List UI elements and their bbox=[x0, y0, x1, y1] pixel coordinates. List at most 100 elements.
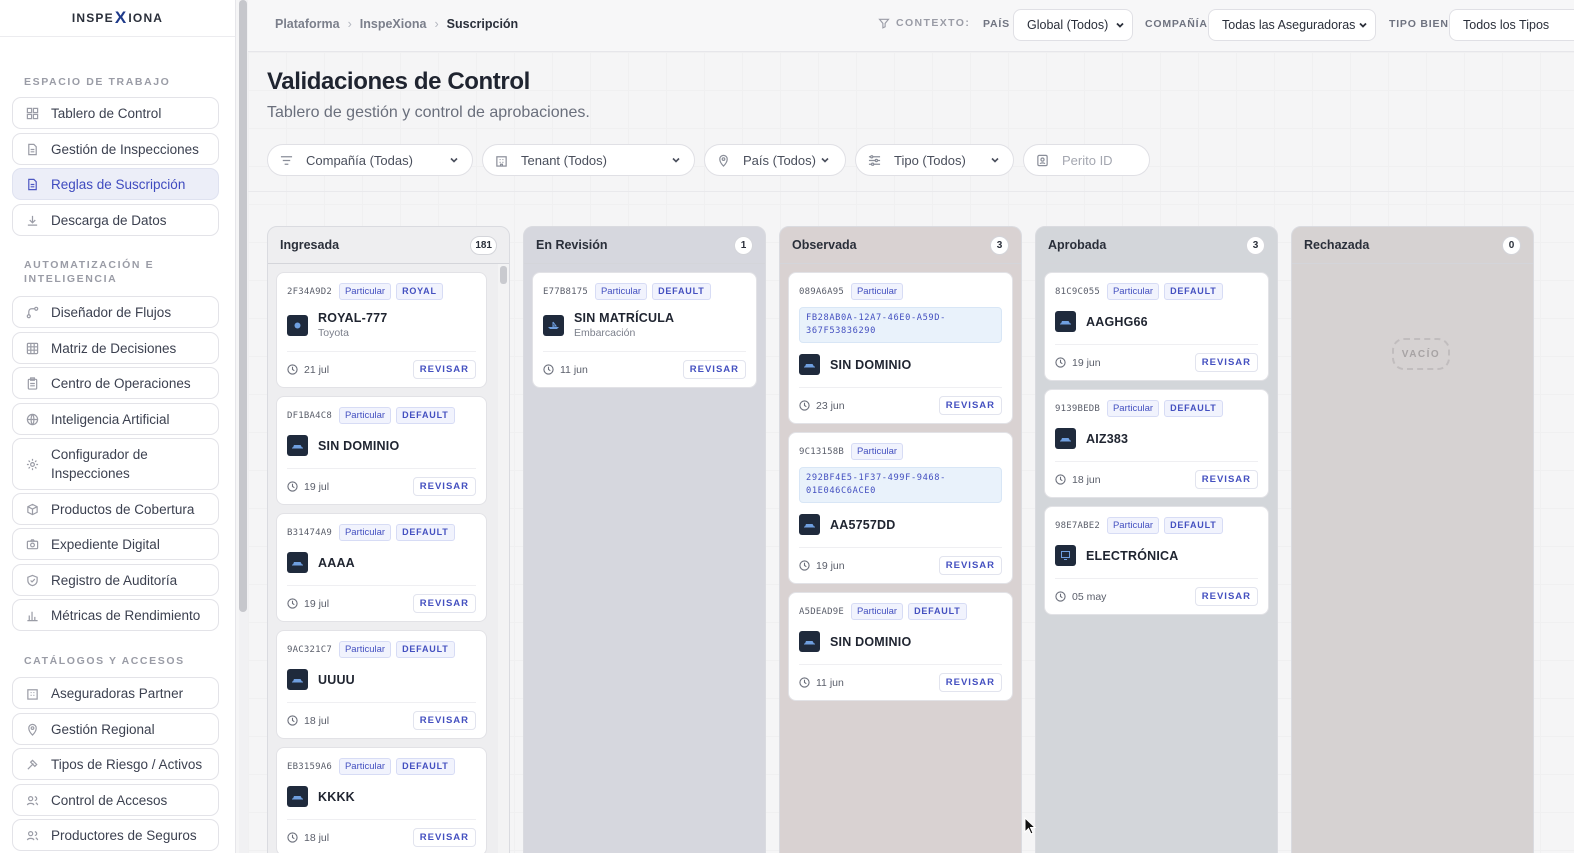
perito-id-input[interactable]: Perito ID bbox=[1023, 144, 1150, 176]
card-date-text: 19 jun bbox=[816, 559, 845, 572]
tipo-filter[interactable]: Tipo (Todos) bbox=[855, 144, 1014, 176]
column-count-badge: 3 bbox=[990, 235, 1009, 255]
building-icon bbox=[496, 155, 507, 167]
divider bbox=[248, 191, 1574, 192]
inspection-card[interactable]: 81C9C055 Particular DEFAULT AAGHG66 19 jun… bbox=[1044, 272, 1269, 381]
sidebar-item-label: Control de Accesos bbox=[51, 792, 168, 808]
tenant-filter[interactable]: Tenant (Todos) bbox=[482, 144, 695, 176]
card-tag: Particular bbox=[1106, 400, 1160, 417]
column-scrollbar-thumb[interactable] bbox=[500, 266, 507, 284]
column-scrollbar[interactable] bbox=[498, 264, 509, 853]
card-tag: DEFAULT bbox=[652, 283, 711, 300]
card-asset: KKKK bbox=[287, 786, 476, 807]
chevron-down-icon bbox=[672, 157, 680, 163]
breadcrumb-inspexiona[interactable]: InspeXiona bbox=[360, 17, 427, 31]
card-id: 81C9C055 bbox=[1055, 286, 1100, 297]
card-date: 18 jun bbox=[1055, 474, 1101, 486]
sidebar-item-metricas-de-rendimiento[interactable]: Métricas de Rendimiento bbox=[12, 599, 219, 631]
card-subtitle: Toyota bbox=[318, 327, 349, 339]
review-button[interactable]: REVISAR bbox=[412, 360, 476, 379]
review-button[interactable]: REVISAR bbox=[412, 828, 476, 847]
inspection-card[interactable]: DF1BA4C8 Particular DEFAULT SIN DOMINIO 19… bbox=[276, 396, 487, 505]
pais-filter[interactable]: País (Todos) bbox=[704, 144, 846, 176]
inspection-card[interactable]: 2F34A9D2 Particular ROYAL ROYAL-777 Toyota… bbox=[276, 272, 487, 388]
card-asset: ELECTRÓNICA bbox=[1055, 545, 1258, 566]
sidebar-item-descarga-de-datos[interactable]: Descarga de Datos bbox=[12, 204, 219, 236]
sidebar-item-productores-de-seguros[interactable]: Productores de Seguros bbox=[12, 819, 219, 851]
inspection-card[interactable]: 089A6A95 Particular FB28AB0A-12A7-46E0-A5… bbox=[788, 272, 1013, 424]
car-icon bbox=[799, 514, 820, 535]
sidebar-item-label: Métricas de Rendimiento bbox=[51, 607, 201, 623]
sidebar-item-label: Productores de Seguros bbox=[51, 827, 197, 843]
sidebar-item-productos-de-cobertura[interactable]: Productos de Cobertura bbox=[12, 493, 219, 525]
inspection-card[interactable]: 98E7ABE2 Particular DEFAULT ELECTRÓNICA 05… bbox=[1044, 506, 1269, 615]
breadcrumb-current: Suscripción bbox=[446, 17, 519, 31]
inspection-card[interactable]: 9AC321C7 Particular DEFAULT UUUU 18 jul RE… bbox=[276, 630, 487, 739]
sidebar-section-title: ESPACIO DE TRABAJO bbox=[24, 76, 171, 88]
card-tag: Particular bbox=[338, 283, 392, 300]
review-button[interactable]: REVISAR bbox=[1194, 353, 1258, 372]
sidebar-item-label: Descarga de Datos bbox=[51, 212, 167, 228]
compania-filter[interactable]: Compañía (Todas) bbox=[267, 144, 473, 176]
card-tag: DEFAULT bbox=[1164, 400, 1223, 417]
review-button[interactable]: REVISAR bbox=[1194, 470, 1258, 489]
card-id: 9AC321C7 bbox=[287, 644, 332, 655]
review-button[interactable]: REVISAR bbox=[1194, 587, 1258, 606]
sidebar-item-tablero-de-control[interactable]: Tablero de Control bbox=[12, 97, 219, 129]
sidebar-section-title: CATÁLOGOS Y ACCESOS bbox=[24, 655, 185, 667]
review-button[interactable]: REVISAR bbox=[682, 360, 746, 379]
sidebar-scrollbar[interactable] bbox=[239, 0, 248, 853]
inspection-card[interactable]: EB3159A6 Particular DEFAULT KKKK 18 jul RE… bbox=[276, 747, 487, 853]
sidebar-scrollbar-thumb[interactable] bbox=[239, 0, 247, 612]
context-label: CONTEXTO: bbox=[878, 17, 970, 29]
card-id: B31474A9 bbox=[287, 527, 332, 538]
review-button[interactable]: REVISAR bbox=[938, 396, 1002, 415]
card-tag: Particular bbox=[1106, 517, 1160, 534]
clock-icon bbox=[287, 715, 298, 726]
column-count-badge: 181 bbox=[470, 235, 497, 255]
sidebar-item-expediente-digital[interactable]: Expediente Digital bbox=[12, 528, 219, 560]
review-button[interactable]: REVISAR bbox=[938, 673, 1002, 692]
flow-icon bbox=[25, 305, 39, 319]
sidebar-item-reglas-de-suscripcion[interactable]: Reglas de Suscripción bbox=[12, 168, 219, 200]
sidebar-item-disenador-de-flujos[interactable]: Diseñador de Flujos bbox=[12, 296, 219, 328]
kanban-column-observada: Observada 3 089A6A95 Particular FB28AB0A-… bbox=[779, 226, 1022, 853]
sidebar-item-control-de-accesos[interactable]: Control de Accesos bbox=[12, 784, 219, 816]
clock-icon bbox=[287, 598, 298, 609]
card-date-text: 11 jun bbox=[816, 676, 844, 689]
sidebar-item-registro-de-auditoria[interactable]: Registro de Auditoría bbox=[12, 564, 219, 596]
card-plate: SIN DOMINIO bbox=[830, 357, 912, 372]
tipo-bien-select[interactable]: Todos los Tipos bbox=[1449, 9, 1574, 41]
sidebar-item-gestion-regional[interactable]: Gestión Regional bbox=[12, 713, 219, 745]
review-button[interactable]: REVISAR bbox=[412, 477, 476, 496]
clock-icon bbox=[799, 677, 810, 688]
sidebar-item-tipos-de-riesgo-activos[interactable]: Tipos de Riesgo / Activos bbox=[12, 748, 219, 780]
compania-select[interactable]: Todas las Aseguradoras bbox=[1208, 9, 1376, 41]
sidebar-item-label: Gestión de Inspecciones bbox=[51, 141, 199, 157]
sidebar-item-label: Reglas de Suscripción bbox=[51, 176, 186, 192]
sidebar-item-configurador-de-inspecciones[interactable]: Configurador de Inspecciones bbox=[12, 438, 219, 490]
sidebar-item-inteligencia-artificial[interactable]: Inteligencia Artificial bbox=[12, 403, 219, 435]
sidebar-item-label: Configurador de Inspecciones bbox=[51, 447, 148, 481]
sidebar-item-gestion-de-inspecciones[interactable]: Gestión de Inspecciones bbox=[12, 133, 219, 165]
inspection-card[interactable]: B31474A9 Particular DEFAULT AAAA 19 jul RE… bbox=[276, 513, 487, 622]
column-count-badge: 0 bbox=[1502, 235, 1521, 255]
review-button[interactable]: REVISAR bbox=[412, 594, 476, 613]
tenant-filter-label: Tenant (Todos) bbox=[521, 152, 607, 168]
inspection-card[interactable]: A5DEAD9E Particular DEFAULT SIN DOMINIO 11… bbox=[788, 592, 1013, 701]
pais-select[interactable]: Global (Todos) bbox=[1013, 9, 1133, 41]
breadcrumb-plataforma[interactable]: Plataforma bbox=[275, 17, 340, 31]
logo[interactable]: INSPE X IONA bbox=[0, 0, 235, 37]
review-button[interactable]: REVISAR bbox=[412, 711, 476, 730]
sidebar-item-aseguradoras-partner[interactable]: Aseguradoras Partner bbox=[12, 677, 219, 709]
inspection-card[interactable]: E77B8175 Particular DEFAULT SIN MATRÍCULA … bbox=[532, 272, 757, 388]
tipo-filter-label: Tipo (Todos) bbox=[894, 152, 966, 168]
card-subtitle: Embarcación bbox=[574, 327, 636, 339]
sidebar-item-label: Expediente Digital bbox=[51, 536, 160, 552]
inspection-card[interactable]: 9139BEDB Particular DEFAULT AIZ383 18 jun … bbox=[1044, 389, 1269, 498]
sidebar-item-centro-de-operaciones[interactable]: Centro de Operaciones bbox=[12, 367, 219, 399]
inspection-card[interactable]: 9C13158B Particular 292BF4E5-1F37-499F-94… bbox=[788, 432, 1013, 584]
card-plate: AA5757DD bbox=[830, 517, 896, 532]
review-button[interactable]: REVISAR bbox=[938, 556, 1002, 575]
sidebar-item-matriz-de-decisiones[interactable]: Matriz de Decisiones bbox=[12, 332, 219, 364]
